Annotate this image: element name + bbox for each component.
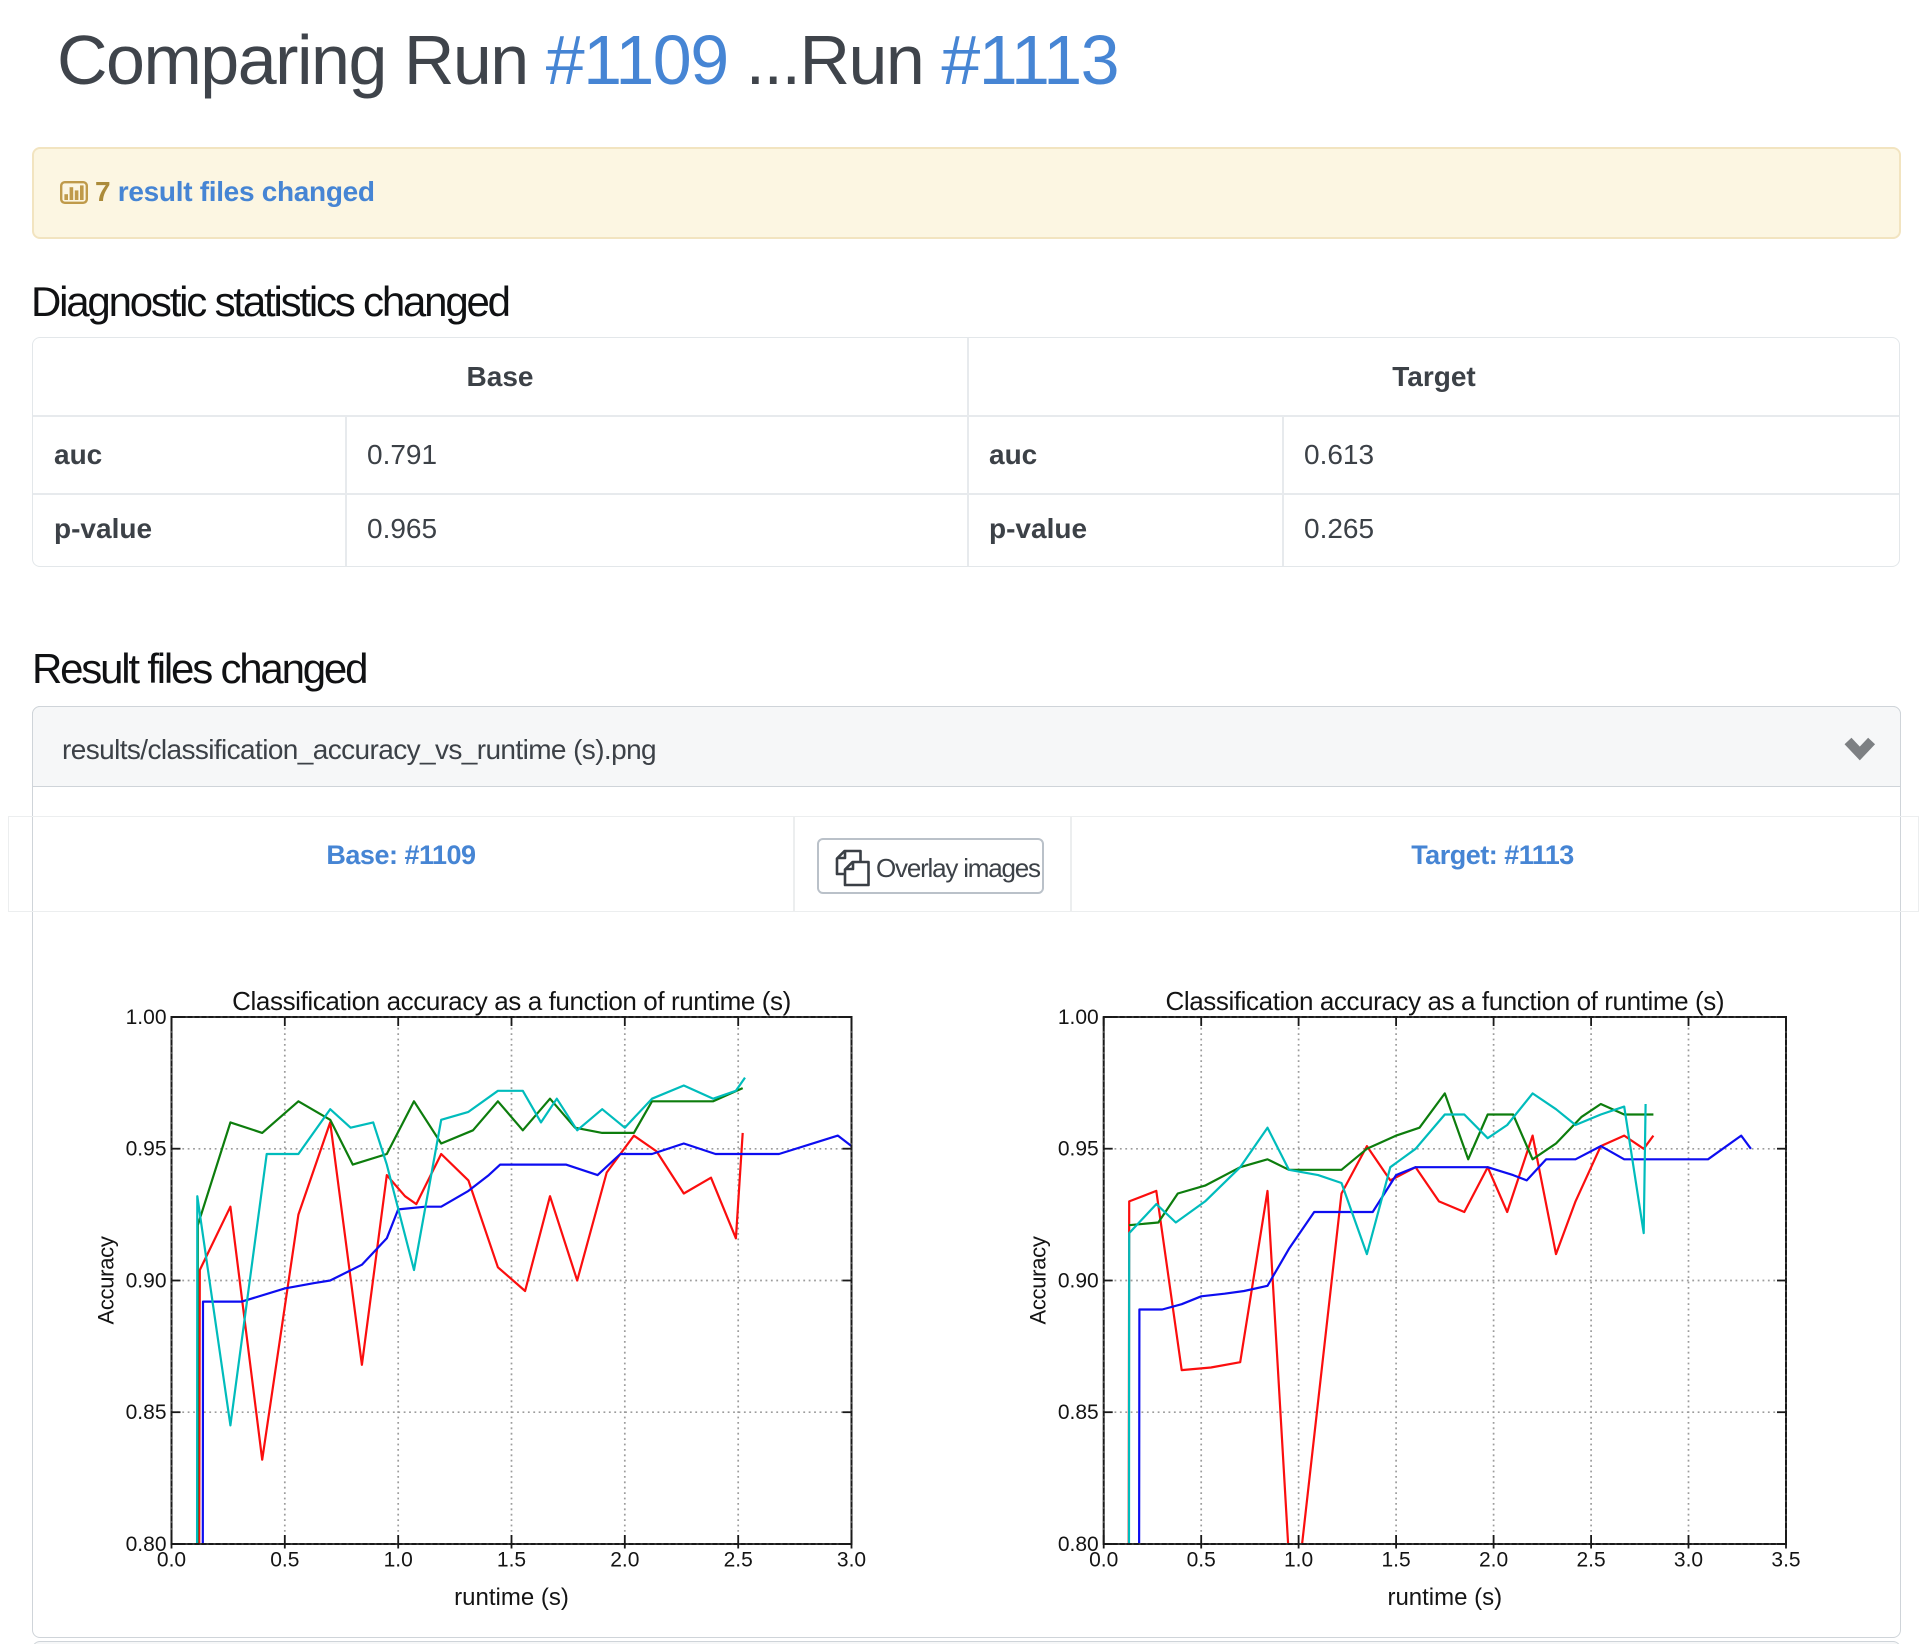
- svg-text:0.85: 0.85: [1058, 1401, 1099, 1424]
- svg-text:1.00: 1.00: [1058, 1006, 1099, 1029]
- svg-text:0.95: 0.95: [126, 1138, 167, 1161]
- svg-text:runtime (s): runtime (s): [1387, 1584, 1502, 1611]
- svg-text:3.0: 3.0: [837, 1549, 866, 1572]
- svg-text:0.80: 0.80: [126, 1533, 167, 1556]
- svg-text:Accuracy: Accuracy: [1026, 1236, 1051, 1324]
- svg-text:2.5: 2.5: [1576, 1549, 1605, 1572]
- svg-text:3.0: 3.0: [1674, 1549, 1703, 1572]
- svg-text:Accuracy: Accuracy: [94, 1236, 119, 1324]
- svg-text:1.5: 1.5: [1381, 1549, 1410, 1572]
- svg-text:0.80: 0.80: [1058, 1533, 1099, 1556]
- svg-text:1.0: 1.0: [384, 1549, 413, 1572]
- svg-text:0.90: 0.90: [1058, 1270, 1099, 1293]
- svg-text:Classification accuracy as a f: Classification accuracy as a function of…: [1165, 986, 1724, 1016]
- svg-text:2.0: 2.0: [1479, 1549, 1508, 1572]
- svg-text:2.5: 2.5: [724, 1549, 753, 1572]
- svg-text:1.5: 1.5: [497, 1549, 526, 1572]
- svg-text:2.0: 2.0: [610, 1549, 639, 1572]
- svg-text:1.00: 1.00: [126, 1006, 167, 1029]
- svg-text:0.5: 0.5: [270, 1549, 299, 1572]
- svg-text:1.0: 1.0: [1284, 1549, 1313, 1572]
- svg-text:0.85: 0.85: [126, 1401, 167, 1424]
- svg-text:runtime (s): runtime (s): [454, 1584, 569, 1611]
- svg-text:Classification accuracy as a f: Classification accuracy as a function of…: [232, 986, 791, 1016]
- svg-text:0.95: 0.95: [1058, 1138, 1099, 1161]
- svg-text:3.5: 3.5: [1771, 1549, 1800, 1572]
- svg-text:0.90: 0.90: [126, 1270, 167, 1293]
- svg-text:0.5: 0.5: [1187, 1549, 1216, 1572]
